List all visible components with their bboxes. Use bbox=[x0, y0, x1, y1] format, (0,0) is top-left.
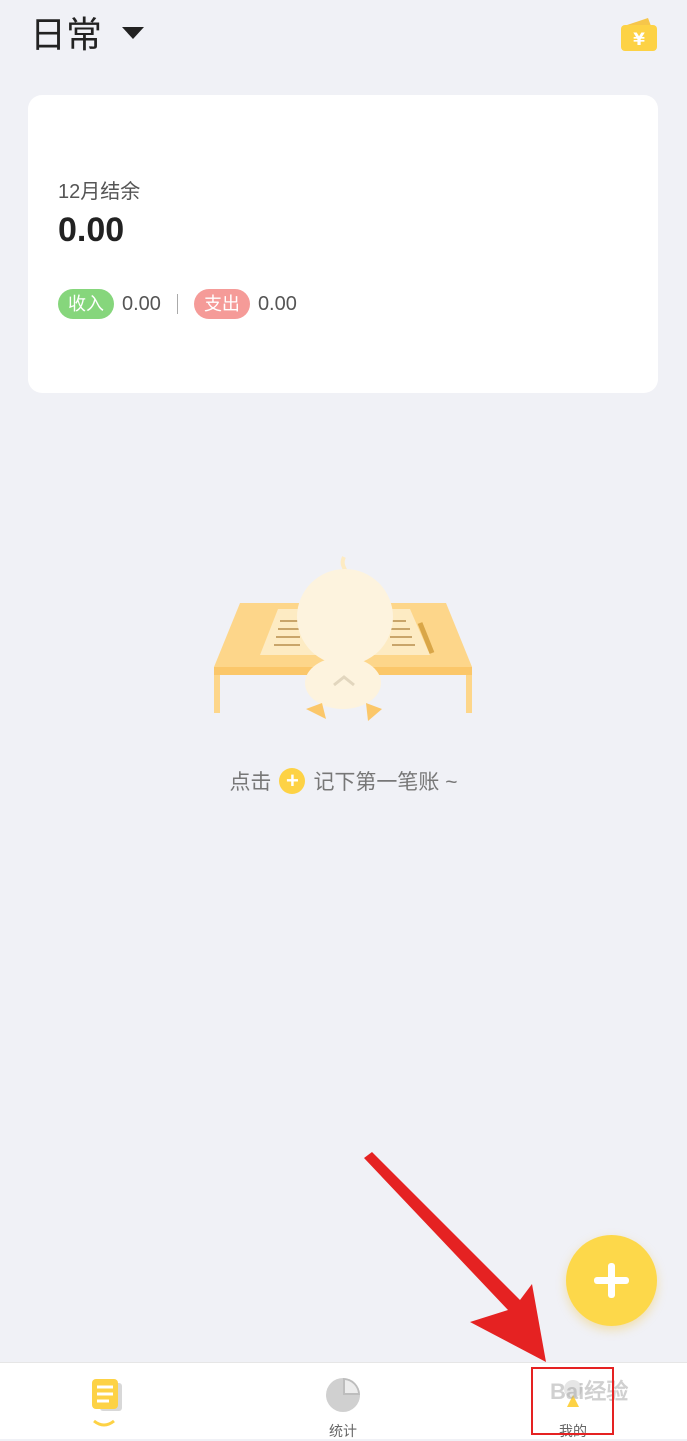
expense-value: 0.00 bbox=[257, 292, 297, 315]
income-value: 0.00 bbox=[122, 292, 161, 315]
hint-suffix: 记下第一笔账 ~ bbox=[313, 771, 458, 794]
red-annotation-arrow bbox=[364, 1152, 546, 1362]
income-expense-row: 收入 0.00 支出 0.00 bbox=[58, 288, 297, 320]
tab-stats[interactable]: 统计 bbox=[283, 1363, 403, 1439]
tab-stats-label: 统计 bbox=[329, 1423, 357, 1439]
journal-icon bbox=[92, 1379, 122, 1427]
yen-wallet-icon[interactable]: ¥ bbox=[618, 14, 660, 54]
divider bbox=[176, 294, 178, 314]
pie-chart-icon bbox=[326, 1378, 360, 1412]
month-balance: 0.00 bbox=[58, 211, 125, 249]
expense-badge: 支出 bbox=[193, 289, 250, 319]
duck-at-desk-illustration bbox=[214, 556, 472, 721]
wallet-symbol: ¥ bbox=[633, 30, 645, 50]
month-summary-card: 12月结余 0.00 收入 0.00 支出 0.00 bbox=[28, 95, 658, 393]
top-bar: 日常 ¥ bbox=[0, 0, 687, 80]
tab-journal[interactable] bbox=[52, 1363, 172, 1439]
income-badge: 收入 bbox=[58, 289, 114, 319]
empty-state-hint: 点击 + 记下第一笔账 ~ bbox=[0, 766, 687, 796]
plus-icon: + bbox=[279, 768, 306, 794]
red-highlight-box bbox=[531, 1367, 614, 1435]
month-label: 12月结余 bbox=[58, 181, 141, 203]
caret-down-icon[interactable] bbox=[120, 25, 146, 41]
book-title[interactable]: 日常 bbox=[30, 10, 102, 60]
hint-prefix: 点击 bbox=[229, 771, 272, 794]
